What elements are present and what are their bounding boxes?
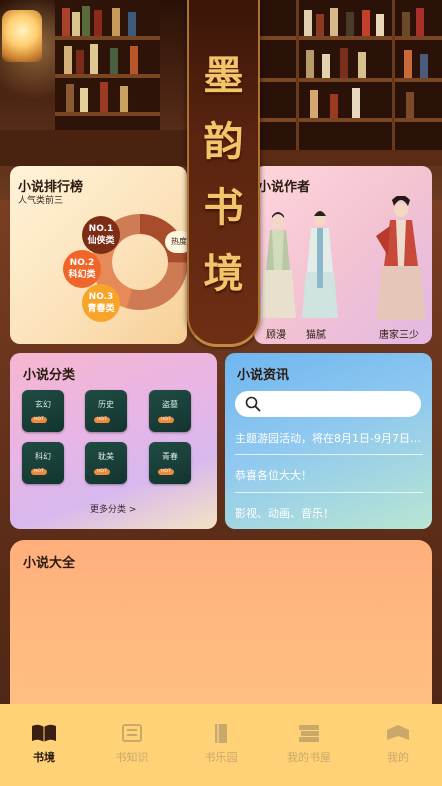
author-name[interactable]: 唐家三少 <box>379 326 419 341</box>
bottom-tab-bar: 书境 书知识 书乐园 我的书屋 我的 <box>0 704 442 786</box>
ranking-card[interactable]: 小说排行榜 人气类前三 NO.1 仙侠类 NO.2 科幻类 NO.3 青春类 热… <box>10 166 187 344</box>
book-stack-icon <box>215 724 227 743</box>
scroll-icon <box>122 724 142 742</box>
author-figure-mao-ni[interactable] <box>300 208 340 322</box>
tab-label: 书乐园 <box>204 751 238 764</box>
author-figure-gu-man[interactable] <box>258 210 298 322</box>
divider <box>235 454 423 455</box>
hot-badge: HOT <box>158 469 174 475</box>
category-label: 历史 <box>98 400 114 409</box>
tab-label: 我的书屋 <box>287 751 331 764</box>
news-card: 小说资讯 主题游园活动，将在8月1日-9月7日举行 恭喜各位大大！ 影视、动画、… <box>225 353 432 529</box>
rank-badge-3[interactable]: NO.3 青春类 <box>82 284 120 322</box>
category-tile[interactable]: 青春 HOT <box>149 442 191 484</box>
author-figure-tang-jia-san-shao[interactable] <box>374 196 428 324</box>
tab-label: 我的 <box>387 751 409 764</box>
search-input[interactable] <box>235 391 421 417</box>
more-categories-link[interactable]: 更多分类 > <box>90 502 136 515</box>
news-item[interactable]: 主题游园活动，将在8月1日-9月7日举行 <box>235 430 423 446</box>
author-card[interactable]: 小说作者 顾漫 猫腻 唐家三少 <box>254 166 432 344</box>
tab-shujing[interactable]: 书境 <box>9 722 79 765</box>
hot-badge: HOT <box>31 417 47 423</box>
tab-label: 书知识 <box>115 751 149 764</box>
author-title: 小说作者 <box>258 180 311 195</box>
app-title-char: 墨 <box>203 52 244 99</box>
category-label: 玄幻 <box>35 400 51 409</box>
news-item[interactable]: 影视、动画、音乐！ <box>235 505 423 521</box>
category-label: 盗墓 <box>162 400 178 409</box>
app-title-banner: 墨 韵 书 境 <box>187 0 260 347</box>
hot-badge: HOT <box>94 417 110 423</box>
rank-number: NO.3 <box>88 292 114 302</box>
all-novels-title: 小说大全 <box>23 556 76 571</box>
app-title-char: 韵 <box>203 118 244 165</box>
app-title-char: 书 <box>203 184 244 231</box>
category-label: 耽美 <box>98 452 114 461</box>
category-label: 青春 <box>162 452 178 461</box>
news-item[interactable]: 恭喜各位大大！ <box>235 467 423 483</box>
ranking-subtitle: 人气类前三 <box>18 196 64 206</box>
app-title-char: 境 <box>203 250 244 297</box>
category-tile[interactable]: 历史 HOT <box>85 390 127 432</box>
search-icon <box>245 396 261 412</box>
tab-wodeshuwu[interactable]: 我的书屋 <box>274 722 344 765</box>
category-tile[interactable]: 盗墓 HOT <box>149 390 191 432</box>
author-name[interactable]: 顾漫 <box>266 326 286 341</box>
category-card: 小说分类 玄幻 HOT 历史 HOT 盗墓 HOT 科幻 HOT 耽美 HOT … <box>10 353 217 529</box>
news-title: 小说资讯 <box>237 368 290 383</box>
rank-badge-2[interactable]: NO.2 科幻类 <box>63 250 101 288</box>
rank-genre: 科幻类 <box>68 270 96 280</box>
tab-wode[interactable]: 我的 <box>363 722 433 765</box>
hot-badge: HOT <box>94 469 110 475</box>
rank-badge-1[interactable]: NO.1 仙侠类 <box>82 216 120 254</box>
bookshelf-icon <box>299 725 319 742</box>
category-title: 小说分类 <box>23 368 76 383</box>
category-tile[interactable]: 玄幻 HOT <box>22 390 64 432</box>
author-name[interactable]: 猫腻 <box>306 326 326 341</box>
hot-badge: HOT <box>31 469 47 475</box>
rank-number: NO.2 <box>69 258 95 268</box>
rank-genre: 仙侠类 <box>87 236 115 246</box>
divider <box>235 492 423 493</box>
tab-shuzhishi[interactable]: 书知识 <box>97 722 167 765</box>
heat-label: 热度 <box>165 231 187 253</box>
tab-label: 书境 <box>33 751 55 764</box>
rank-genre: 青春类 <box>87 304 115 314</box>
lantern-decoration <box>2 10 42 62</box>
hot-badge: HOT <box>158 417 174 423</box>
category-tile[interactable]: 耽美 HOT <box>85 442 127 484</box>
reading-book-icon <box>387 725 409 740</box>
category-label: 科幻 <box>35 452 51 461</box>
tab-shuleyuan[interactable]: 书乐园 <box>186 722 256 765</box>
category-tile[interactable]: 科幻 HOT <box>22 442 64 484</box>
rank-number: NO.1 <box>88 224 114 234</box>
open-book-icon <box>32 724 56 742</box>
